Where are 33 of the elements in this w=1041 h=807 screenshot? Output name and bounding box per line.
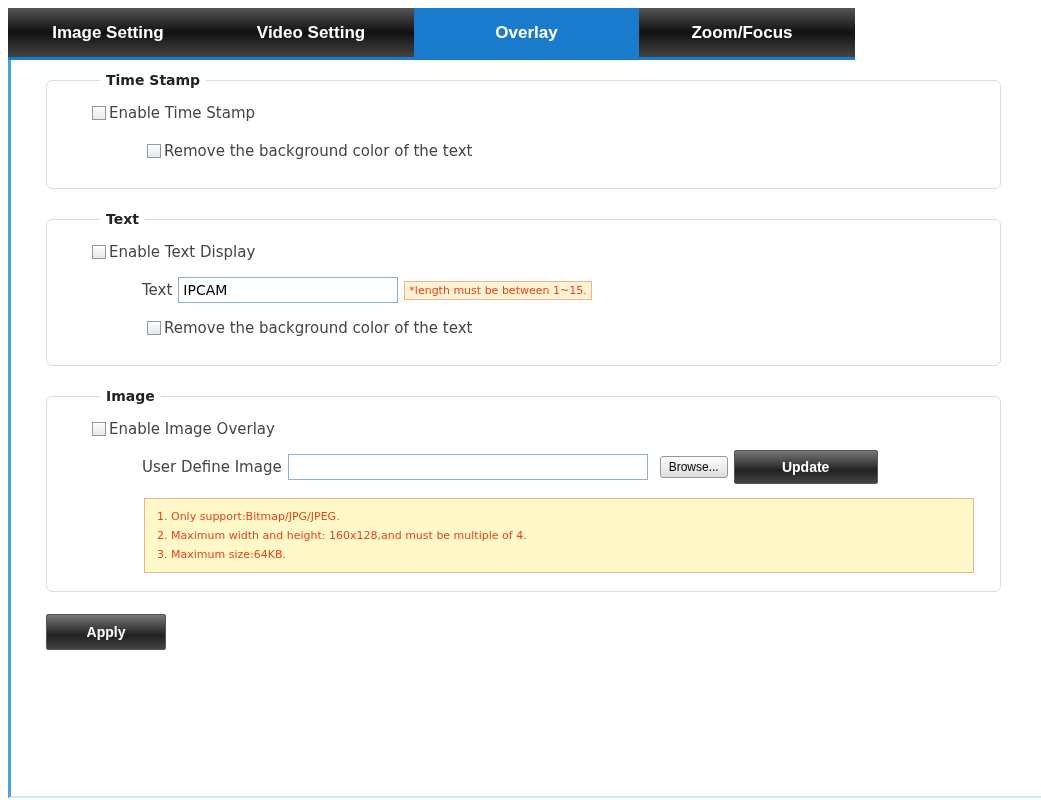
- file-path-field[interactable]: [287, 454, 648, 480]
- checkbox-option[interactable]: Enable Image Overlay: [92, 410, 1000, 448]
- browse-button[interactable]: Browse...: [659, 456, 728, 478]
- checkbox-label: Enable Text Display: [109, 243, 256, 261]
- note-line: 2. Maximum width and height: 160x128,and must be multiple of 4.: [157, 528, 528, 544]
- checkbox[interactable]: [92, 106, 106, 120]
- tab[interactable]: Overlay: [414, 8, 639, 57]
- checkbox-label: Enable Time Stamp: [109, 104, 256, 122]
- checkbox-option[interactable]: Enable Time Stamp: [92, 94, 1000, 132]
- note-line: 3. Maximum size:64KB.: [157, 547, 287, 563]
- text-input-field[interactable]: IPCAM: [178, 277, 399, 303]
- checkbox-option[interactable]: Remove the background color of the text: [92, 132, 1000, 170]
- checkbox-label: Remove the background color of the text: [164, 319, 473, 337]
- hint-text: *length must be between 1~15.: [404, 280, 592, 300]
- update-button[interactable]: Update: [733, 450, 878, 484]
- tab[interactable]: Video Setting: [208, 8, 414, 57]
- checkbox-option[interactable]: Remove the background color of the text: [92, 309, 1000, 347]
- apply-button[interactable]: Apply: [46, 614, 166, 650]
- checkbox-option[interactable]: Enable Text Display: [92, 233, 1000, 271]
- tab[interactable]: Image Setting: [8, 8, 208, 57]
- tab[interactable]: Zoom/Focus: [639, 8, 845, 57]
- section-title: Time Stamp: [105, 72, 202, 88]
- checkbox-label: Enable Image Overlay: [109, 420, 275, 438]
- field-label: User Define Image: [142, 458, 282, 476]
- checkbox[interactable]: [92, 245, 106, 259]
- checkbox-label: Remove the background color of the text: [164, 142, 473, 160]
- section-title: Image: [105, 388, 156, 404]
- checkbox[interactable]: [147, 144, 161, 158]
- note-line: 1. Only support:Bitmap/JPG/JPEG.: [157, 509, 341, 525]
- checkbox[interactable]: [92, 422, 106, 436]
- section-title: Text: [105, 211, 140, 227]
- field-label: Text: [142, 281, 173, 299]
- checkbox[interactable]: [147, 321, 161, 335]
